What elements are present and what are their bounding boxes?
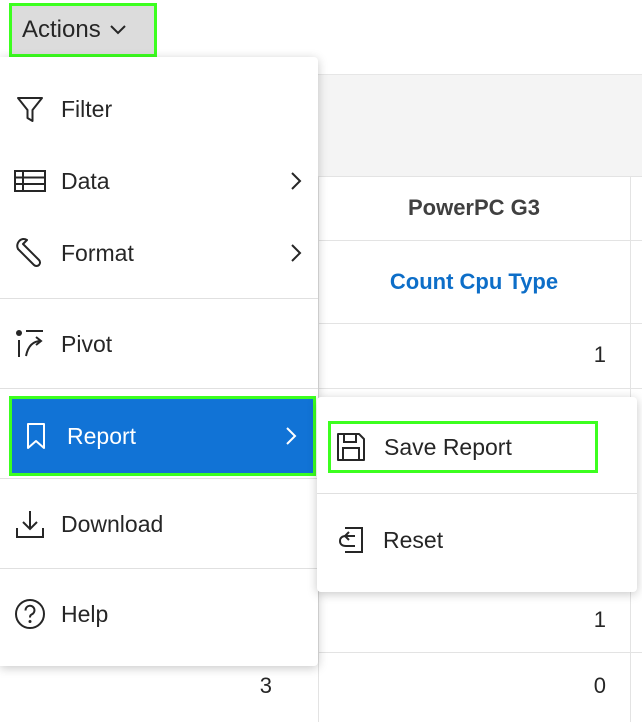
menu-item-label: Pivot <box>61 330 113 357</box>
menu-item-format[interactable]: Format <box>0 217 318 289</box>
actions-button[interactable]: Actions <box>9 3 157 57</box>
table-cell: 0 <box>593 673 606 698</box>
menu-item-label: Data <box>61 167 110 194</box>
chevron-right-icon <box>285 426 297 446</box>
page: PowerPC G3 Count Cpu Type 1 1 0 3 Action… <box>0 0 642 722</box>
chevron-right-icon <box>290 171 302 191</box>
menu-item-help[interactable]: Help <box>0 578 318 650</box>
actions-label: Actions <box>22 16 101 43</box>
submenu-item-reset[interactable]: Reset <box>317 501 637 579</box>
save-icon <box>334 430 368 464</box>
table-cell: 1 <box>593 342 606 367</box>
menu-item-data[interactable]: Data <box>0 145 318 217</box>
actions-menu: Filter Data Format Pivot Report Download… <box>0 57 318 666</box>
menu-separator <box>0 568 318 569</box>
wrench-icon <box>12 235 48 271</box>
filter-icon <box>12 91 48 127</box>
table-icon <box>12 163 48 199</box>
submenu-item-label: Save Report <box>384 433 512 460</box>
menu-separator <box>0 478 318 479</box>
reset-icon <box>333 523 367 557</box>
pivot-icon <box>12 326 48 362</box>
chevron-right-icon <box>290 243 302 263</box>
menu-item-label: Filter <box>61 95 113 122</box>
grid-line <box>318 388 642 389</box>
submenu-item-save-report[interactable]: Save Report <box>328 421 598 473</box>
grid-line <box>318 652 642 653</box>
table-cell: 1 <box>593 607 606 632</box>
bookmark-icon <box>18 418 54 454</box>
help-icon <box>12 596 48 632</box>
menu-item-label: Format <box>61 239 134 266</box>
submenu-item-label: Reset <box>383 526 444 553</box>
grid-line <box>318 323 642 324</box>
menu-separator <box>317 493 637 494</box>
menu-item-label: Download <box>61 510 164 537</box>
menu-item-label: Help <box>61 600 109 627</box>
menu-item-label: Report <box>67 422 137 449</box>
menu-item-download[interactable]: Download <box>0 488 318 560</box>
chevron-down-icon <box>109 24 127 36</box>
download-icon <box>12 506 48 542</box>
column-subheader-link[interactable]: Count Cpu Type <box>318 241 630 323</box>
table-cell: 3 <box>259 673 272 698</box>
menu-item-filter[interactable]: Filter <box>0 73 318 145</box>
menu-item-report[interactable]: Report <box>9 396 316 476</box>
report-header-strip <box>318 74 642 176</box>
column-header[interactable]: PowerPC G3 <box>318 176 630 240</box>
menu-item-pivot[interactable]: Pivot <box>0 308 318 380</box>
menu-separator <box>0 388 318 389</box>
menu-separator <box>0 298 318 299</box>
report-submenu: Save Report Reset <box>317 397 637 592</box>
